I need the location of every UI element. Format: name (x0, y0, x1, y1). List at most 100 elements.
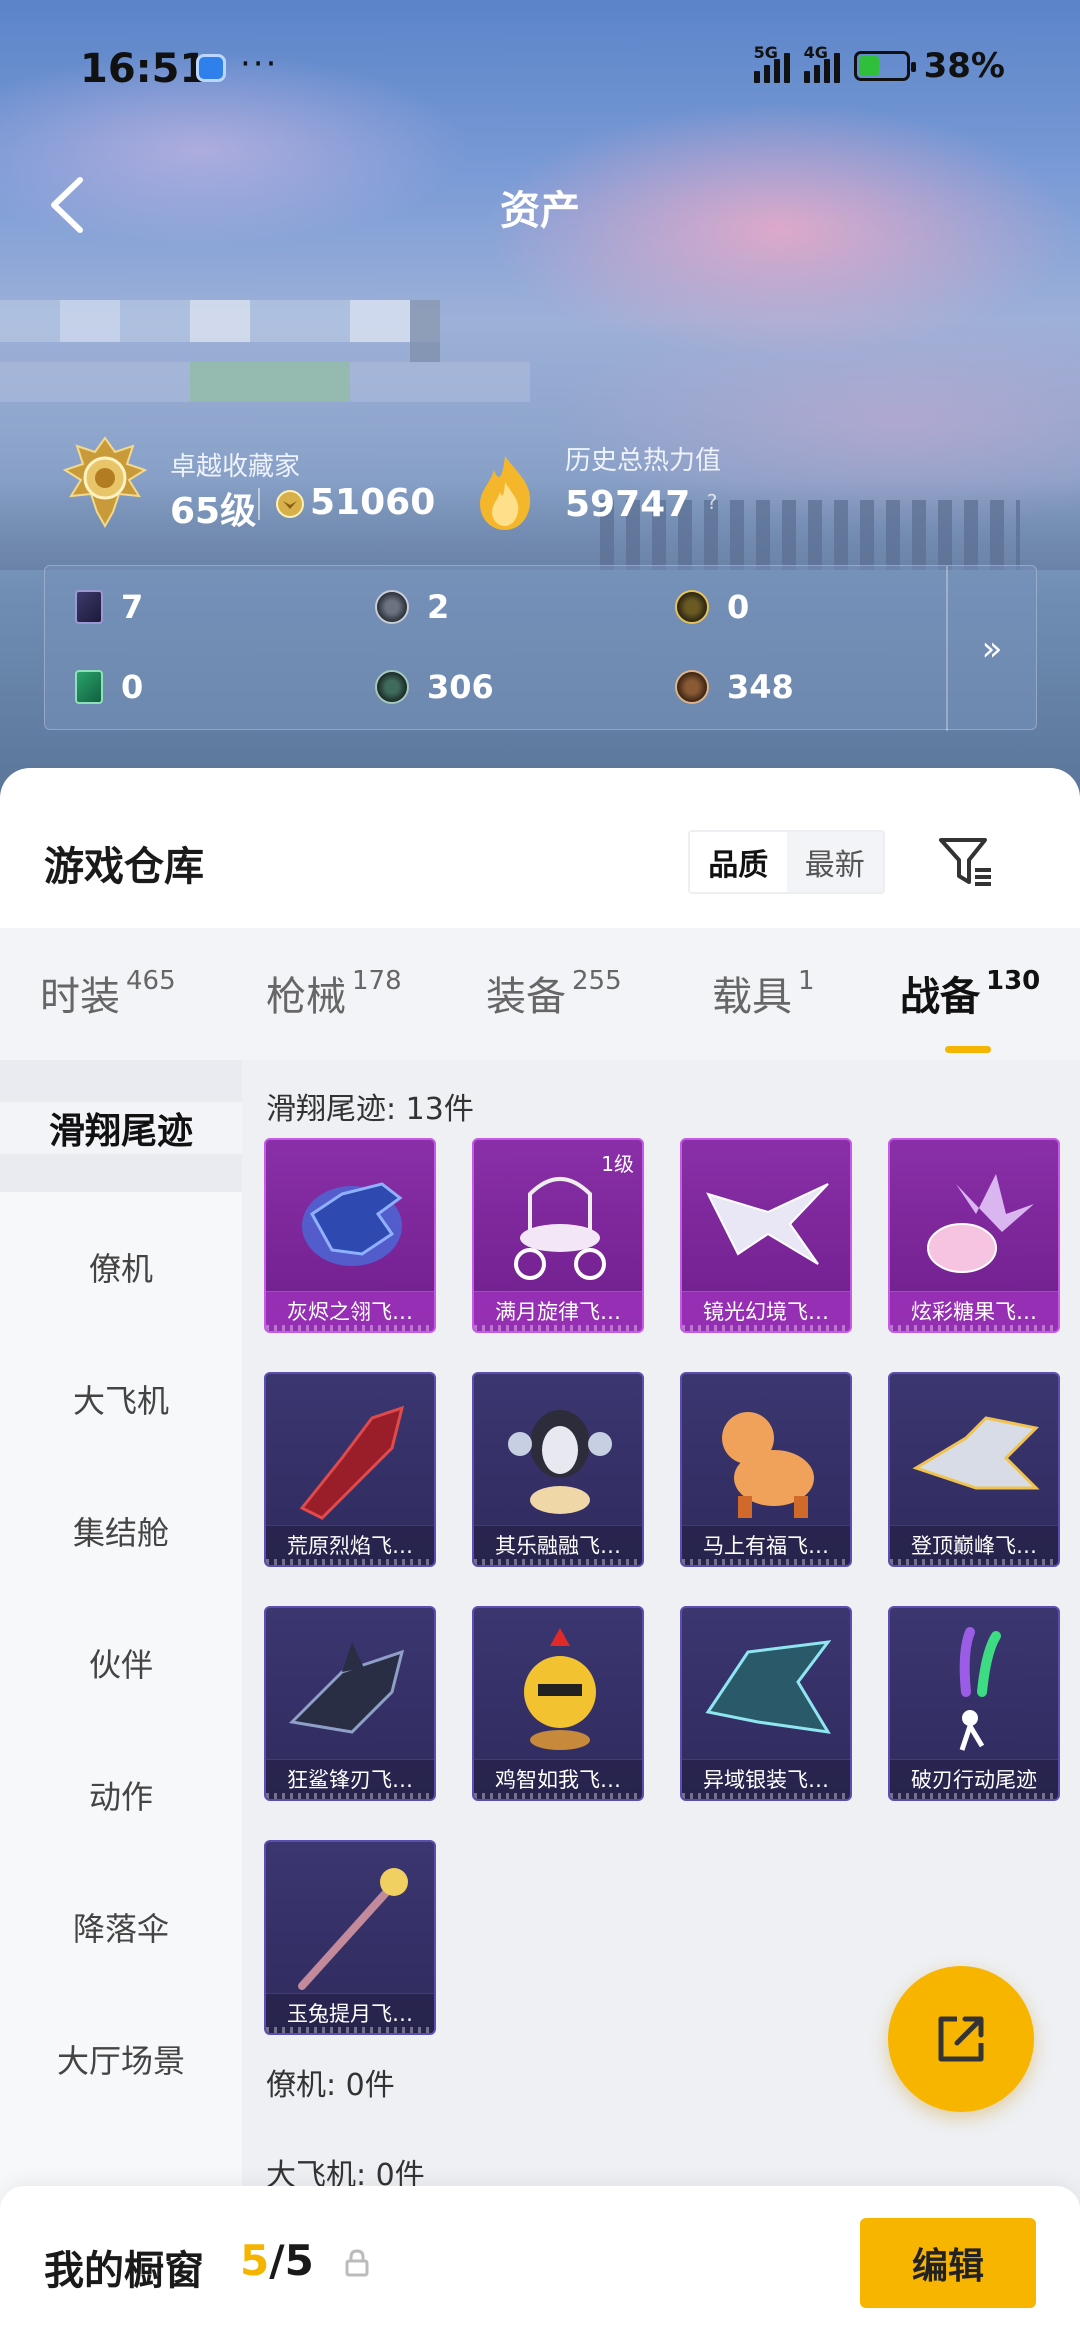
silver-wing-icon (705, 1640, 832, 1734)
collector-coin-icon (276, 490, 304, 518)
sidebar-item-wingman[interactable]: 僚机 (0, 1244, 242, 1290)
category-tabs: 时装 465 枪械 178 装备 255 载具 1 战备 130 (0, 928, 1080, 1060)
item-name: 满月旋律飞… (474, 1291, 642, 1331)
active-tab-indicator (945, 1046, 991, 1053)
item-card[interactable]: 登顶巅峰飞… (888, 1372, 1060, 1567)
crystal-wing-icon (706, 1183, 829, 1265)
penguin-icon (508, 1410, 612, 1514)
share-button[interactable] (888, 1966, 1034, 2112)
sidebar-item-partner[interactable]: 伙伴 (0, 1640, 242, 1686)
tab-equipment[interactable]: 装备 255 (486, 964, 622, 1022)
showcase-count: 5/5 (240, 2236, 314, 2285)
stat-grey-coin: 2 (375, 588, 449, 626)
collector-coins: 51060 (310, 482, 436, 523)
stats-more-button[interactable]: » (946, 566, 1036, 731)
item-card[interactable]: 1级 满月旋律飞… (472, 1138, 644, 1333)
item-level-badge: 1级 (601, 1152, 634, 1176)
gold-coin-icon (675, 590, 709, 624)
collector-rank-badge-icon (62, 436, 148, 529)
item-name: 马上有福飞… (682, 1525, 850, 1565)
item-card[interactable]: 灰烬之翎飞… (264, 1138, 436, 1333)
chicken-icon (524, 1628, 596, 1750)
warehouse-title: 游戏仓库 (44, 844, 204, 890)
grey-coin-icon (375, 590, 409, 624)
shark-icon (288, 1642, 405, 1734)
tab-vehicles[interactable]: 载具 1 (712, 964, 815, 1022)
stat-card: 7 (75, 588, 143, 626)
status-time: 16:51 (80, 46, 208, 92)
moon-staff-icon (298, 1868, 408, 1990)
glove-wing-icon (302, 1182, 403, 1266)
profile-header: 16:51 ··· 5G 4G 38% 资产 卓越收藏家 65级 51060 历… (0, 0, 1080, 800)
sort-toggle: 品质 最新 (688, 830, 885, 894)
filter-icon[interactable] (935, 832, 995, 892)
item-card[interactable]: 玉兔提月飞… (264, 1840, 436, 2035)
teal-coin-icon (375, 670, 409, 704)
sidebar-item-emote[interactable]: 动作 (0, 1772, 242, 1818)
item-grid-area: 滑翔尾迹: 13件 灰烬之翎飞… 1级 满月旋律飞… 镜光幻境飞… 炫彩糖果飞…… (242, 1060, 1080, 2339)
help-icon[interactable]: ? (700, 490, 724, 514)
sidebar-item-parachute[interactable]: 降落伞 (0, 1904, 242, 1950)
signal-4g-icon: 4G (803, 43, 840, 83)
item-card[interactable]: 马上有福飞… (680, 1372, 852, 1567)
horse-icon (722, 1412, 814, 1518)
subcategory-sidebar: 滑翔尾迹 僚机 大飞机 集结舱 伙伴 动作 降落伞 大厅场景 (0, 1060, 242, 2339)
item-card[interactable]: 狂鲨锋刃飞… (264, 1606, 436, 1801)
sidebar-item-lobby-scene[interactable]: 大厅场景 (0, 2036, 242, 2082)
item-name: 其乐融融飞… (474, 1525, 642, 1565)
item-card[interactable]: 炫彩糖果飞… (888, 1138, 1060, 1333)
item-name: 鸡智如我飞… (474, 1759, 642, 1799)
section-heading-glide-trail: 滑翔尾迹: 13件 (266, 1092, 474, 1127)
item-name: 玉兔提月飞… (266, 1993, 434, 2033)
stat-teal-coin: 306 (375, 668, 494, 706)
sidebar-item-assembly-pod[interactable]: 集结舱 (0, 1508, 242, 1554)
battery-icon (853, 51, 916, 81)
edit-button[interactable]: 编辑 (860, 2218, 1036, 2308)
candy-icon (927, 1174, 1034, 1273)
tab-fashion[interactable]: 时装 465 (40, 964, 176, 1022)
battery-percent: 38% (923, 46, 1005, 86)
item-name: 狂鲨锋刃飞… (266, 1759, 434, 1799)
bronze-coin-icon (675, 670, 709, 704)
flame-icon (480, 456, 531, 530)
tab-battle-prep[interactable]: 战备 130 (900, 964, 1040, 1022)
section-heading-wingman: 僚机: 0件 (266, 2068, 395, 2103)
card-icon (75, 590, 103, 624)
stat-bronze-coin: 348 (675, 668, 794, 706)
smoke-trail-icon (959, 1627, 1001, 1751)
item-card[interactable]: 鸡智如我飞… (472, 1606, 644, 1801)
rank-title: 卓越收藏家 (170, 452, 301, 482)
sidebar-item-big-plane[interactable]: 大飞机 (0, 1376, 242, 1422)
stat-gold-coin: 0 (675, 588, 749, 626)
jet-wing-icon (912, 1416, 1040, 1490)
sort-newest-button[interactable]: 最新 (787, 832, 884, 892)
double-chevron-right-icon: » (981, 628, 1003, 669)
status-right: 5G 4G 38% (753, 43, 1005, 86)
item-card[interactable]: 镜光幻境飞… (680, 1138, 852, 1333)
currency-stats-panel: 7 2 0 0 306 348 » (44, 565, 1037, 731)
rank-level: 65级 (170, 491, 257, 532)
signal-5g-icon: 5G (753, 43, 790, 83)
green-card-icon (75, 670, 103, 704)
item-card[interactable]: 其乐融融飞… (472, 1372, 644, 1567)
item-card[interactable]: 破刃行动尾迹 (888, 1606, 1060, 1801)
lock-icon (345, 2249, 369, 2277)
warehouse-sheet: 游戏仓库 品质 最新 时装 465 枪械 178 装备 255 载具 1 战备 … (0, 768, 1080, 2339)
stat-green-card: 0 (75, 668, 143, 706)
item-name: 荒原烈焰飞… (266, 1525, 434, 1565)
sort-quality-button[interactable]: 品质 (690, 832, 787, 892)
message-notification-icon (196, 54, 226, 82)
item-name: 异域银装飞… (682, 1759, 850, 1799)
sidebar-item-glide-trail[interactable]: 滑翔尾迹 (0, 1102, 242, 1154)
blurred-username (0, 300, 540, 430)
tab-guns[interactable]: 枪械 178 (266, 964, 402, 1022)
item-name: 灰烬之翎飞… (266, 1291, 434, 1331)
flame-wing-icon (299, 1405, 405, 1520)
share-icon (938, 2016, 984, 2062)
item-card[interactable]: 荒原烈焰飞… (264, 1372, 436, 1567)
heat-label: 历史总热力值 (565, 446, 722, 476)
item-name: 炫彩糖果飞… (890, 1291, 1058, 1331)
item-card[interactable]: 异域银装飞… (680, 1606, 852, 1801)
more-notifications-icon: ··· (240, 44, 279, 84)
item-name: 破刃行动尾迹 (890, 1759, 1058, 1799)
